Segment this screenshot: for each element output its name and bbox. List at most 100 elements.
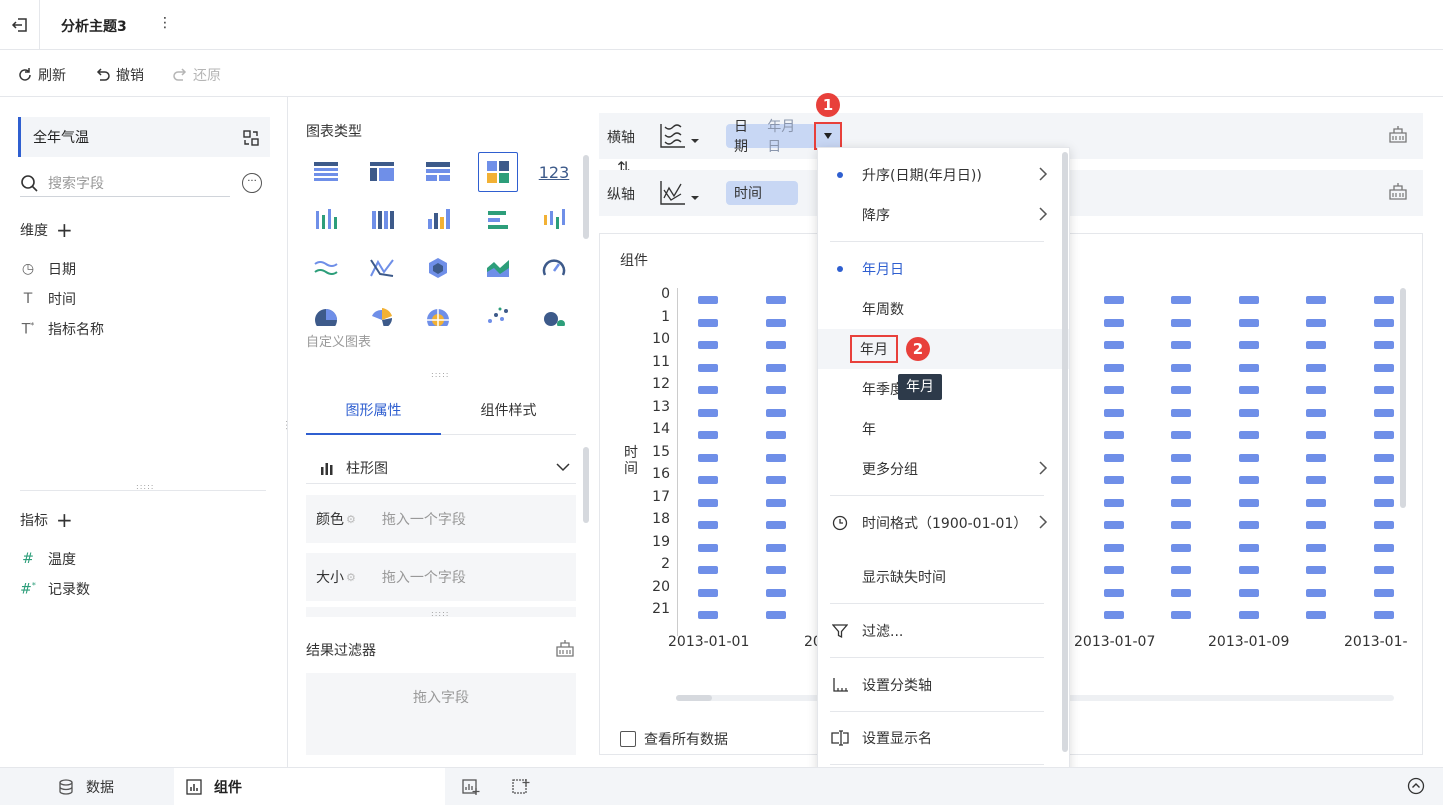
area-chart-icon[interactable] (478, 248, 518, 288)
field-temperature[interactable]: # 温度 (20, 549, 76, 569)
horizontal-bar-icon[interactable] (478, 200, 518, 240)
pie-chart-icon[interactable] (306, 296, 346, 332)
scatter-chart-icon[interactable] (478, 296, 518, 332)
x-axis-chart-type-icon[interactable] (659, 123, 705, 149)
search-field[interactable]: 搜索字段 (20, 169, 230, 197)
x-field-dropdown-button[interactable] (814, 122, 842, 150)
resize-handle[interactable]: ::::: (431, 609, 449, 618)
refresh-button[interactable]: 刷新 (17, 65, 66, 85)
menu-item-ascending[interactable]: 升序(日期(年月日)) (818, 155, 1069, 195)
checkbox-box[interactable] (620, 731, 636, 747)
add-measure-icon[interactable]: + (56, 510, 73, 530)
field-time[interactable]: T 时间 (20, 289, 76, 309)
tab-component-label: 组件 (214, 780, 242, 796)
tab-graphic-properties[interactable]: 图形属性 (306, 387, 441, 435)
menu-item-year-month-day[interactable]: 年月日 (818, 249, 1069, 289)
menu-item-time-format[interactable]: 时间格式（1900-01-01） (818, 503, 1069, 543)
auto-chart-icon[interactable] (478, 152, 518, 192)
menu-item-filter[interactable]: 过滤... (818, 611, 1069, 651)
tab-component-style[interactable]: 组件样式 (441, 387, 576, 435)
table-chart-icon[interactable] (306, 152, 346, 192)
switch-dataset-icon[interactable] (242, 129, 260, 147)
more-options-icon[interactable]: ⋮ (158, 15, 172, 31)
view-all-data-checkbox[interactable]: 查看所有数据 (620, 729, 728, 749)
collapse-up-icon[interactable] (1407, 777, 1425, 795)
menu-item-year-month[interactable]: 年月 2 (818, 329, 1069, 369)
menu-item-year-quarter[interactable]: 年季度 (818, 369, 1069, 409)
undo-button[interactable]: 撤销 (95, 65, 144, 85)
gear-icon[interactable]: ⚙ (346, 513, 356, 526)
bubble-chart-icon[interactable] (534, 296, 574, 332)
kpi-number-text: 123 (538, 162, 570, 182)
kpi-number-icon[interactable]: 123 (534, 152, 574, 192)
menu-item-year[interactable]: 年 (818, 409, 1069, 449)
color-property-row[interactable]: 颜色 ⚙ 拖入一个字段 (306, 495, 576, 543)
bar-chart-icon[interactable] (418, 200, 458, 240)
menu-item-more-grouping[interactable]: 更多分组 (818, 449, 1069, 489)
field-label: 日期 (48, 262, 76, 278)
dataset-name[interactable]: 全年气温 (18, 117, 270, 157)
bottom-bar: 数据 组件 (0, 767, 1443, 805)
menu-item-set-category-axis[interactable]: 设置分类轴 (818, 665, 1069, 705)
field-record-count[interactable]: #* 记录数 (20, 579, 90, 599)
hash-star-icon: #* (20, 580, 36, 598)
filter-drop-zone[interactable]: 拖入字段 (306, 673, 576, 755)
y-axis-chart-type-icon[interactable] (659, 180, 705, 206)
gauge-chart-icon[interactable] (534, 248, 574, 288)
add-dashboard-icon[interactable] (512, 778, 530, 796)
grouped-bar-icon[interactable] (306, 200, 346, 240)
menu-item-set-display-name[interactable]: 设置显示名 (818, 718, 1069, 758)
text-star-icon: T* (21, 320, 35, 338)
resize-handle[interactable]: ::::: (431, 370, 449, 379)
tooltip: 年月 (898, 374, 942, 400)
x-tick-label: 2013-01-01 (668, 634, 750, 650)
chart-config-panel: 图表类型 123 自定义图表::::: 图形属性 组件样式 柱形图 颜色 ⚙ … (289, 97, 599, 767)
line-chart-icon[interactable] (306, 248, 346, 288)
redo-button[interactable]: 还原 (172, 65, 221, 85)
custom-chart-label[interactable]: 自定义图表 (306, 331, 371, 350)
menu-item-label: 过滤... (862, 624, 904, 640)
filter-settings-icon[interactable] (555, 639, 575, 657)
x-field-sub: 年月日 (767, 119, 796, 155)
gear-icon[interactable]: ⚙ (346, 571, 356, 584)
chart-vertical-scrollbar[interactable] (1400, 288, 1406, 508)
range-bar-icon[interactable] (534, 200, 574, 240)
field-dropdown-menu: 升序(日期(年月日)) 降序 年月日 年周数 年月 2 年季度 年 更多分组 时… (817, 147, 1070, 805)
menu-divider (830, 495, 1044, 496)
menu-item-label: 年 (862, 422, 876, 438)
chevron-right-icon (1039, 461, 1048, 475)
stacked-bar-icon[interactable] (362, 200, 402, 240)
chart-grid-scrollbar[interactable] (583, 155, 589, 239)
tab-component[interactable]: 组件 (174, 768, 445, 805)
y-axis-field-chip[interactable]: 时间 (726, 181, 798, 205)
exit-icon[interactable] (0, 0, 40, 50)
chart-scroll-thumb[interactable] (676, 695, 712, 701)
property-scrollbar[interactable] (583, 447, 589, 523)
measures-header: 指标 + (20, 510, 73, 530)
field-date[interactable]: ◷ 日期 (20, 259, 76, 279)
x-axis-field-chip[interactable]: 日期 年月日 (726, 119, 816, 155)
sunburst-chart-icon[interactable] (418, 296, 458, 332)
rose-chart-icon[interactable] (362, 296, 402, 332)
menu-divider (830, 603, 1044, 604)
add-component-icon[interactable] (462, 778, 480, 796)
y-axis-settings-icon[interactable] (1388, 182, 1408, 200)
menu-item-descending[interactable]: 降序 (818, 195, 1069, 235)
cross-table-icon[interactable] (362, 152, 402, 192)
menu-item-show-missing-time[interactable]: 显示缺失时间 (818, 557, 1069, 597)
polyline-chart-icon[interactable] (362, 248, 402, 288)
caret-down-icon (824, 133, 832, 139)
detail-table-icon[interactable] (418, 152, 458, 192)
menu-scrollbar[interactable] (1062, 152, 1068, 752)
field-metric-name[interactable]: T* 指标名称 (20, 319, 104, 339)
x-axis-settings-icon[interactable] (1388, 125, 1408, 143)
size-property-row[interactable]: 大小 ⚙ 拖入一个字段 (306, 553, 576, 601)
menu-item-year-week[interactable]: 年周数 (818, 289, 1069, 329)
tab-data[interactable]: 数据 (58, 768, 168, 805)
add-dimension-icon[interactable]: + (56, 220, 73, 240)
text-type-icon: T (23, 291, 33, 307)
chart-type-select[interactable]: 柱形图 (306, 452, 576, 484)
radar-chart-icon[interactable] (418, 248, 458, 288)
more-circle-icon[interactable]: ··· (242, 173, 262, 193)
bar-chart-small-icon (321, 462, 333, 475)
